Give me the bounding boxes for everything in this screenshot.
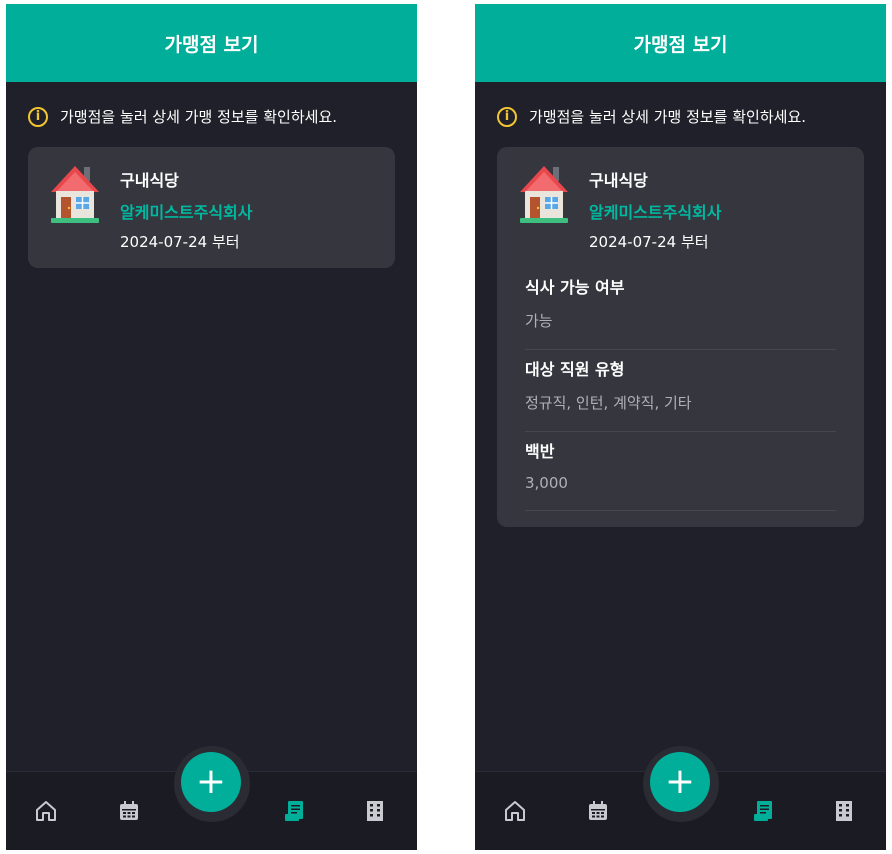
building-icon[interactable] bbox=[831, 798, 857, 824]
app-header: 가맹점 보기 bbox=[6, 4, 417, 82]
detail-value: 3,000 bbox=[525, 474, 568, 492]
info-text: 가맹점을 눌러 상세 가맹 정보를 확인하세요. bbox=[60, 108, 338, 126]
store-list-screen: 가맹점 보기 i 가맹점을 눌러 상세 가맹 정보를 확인하세요. 구내식당 알… bbox=[6, 4, 417, 850]
detail-label: 백반 bbox=[525, 442, 555, 461]
store-details: 식사 가능 여부 가능 대상 직원 유형 정규직, 인턴, 계약직, 기타 백반… bbox=[517, 252, 844, 511]
home-icon[interactable] bbox=[502, 798, 528, 824]
info-banner: i 가맹점을 눌러 상세 가맹 정보를 확인하세요. bbox=[28, 106, 417, 127]
detail-value: 정규직, 인턴, 계약직, 기타 bbox=[525, 394, 692, 412]
store-name: 구내식당 bbox=[589, 171, 648, 190]
receipt-icon[interactable] bbox=[750, 798, 776, 824]
house-icon bbox=[520, 166, 568, 223]
info-icon: i bbox=[497, 106, 517, 127]
home-icon[interactable] bbox=[33, 798, 59, 824]
detail-item-employee-type: 대상 직원 유형 정규직, 인턴, 계약직, 기타 bbox=[525, 350, 836, 432]
calendar-icon[interactable] bbox=[116, 798, 142, 824]
detail-item-meal-availability: 식사 가능 여부 가능 bbox=[525, 268, 836, 350]
page-title: 가맹점 보기 bbox=[164, 33, 259, 56]
receipt-icon[interactable] bbox=[281, 798, 307, 824]
calendar-icon[interactable] bbox=[585, 798, 611, 824]
store-name: 구내식당 bbox=[120, 171, 179, 190]
store-card[interactable]: 구내식당 알케미스트주식회사 2024-07-24 부터 bbox=[28, 147, 395, 268]
add-button[interactable]: + bbox=[650, 752, 710, 812]
store-card-expanded[interactable]: 구내식당 알케미스트주식회사 2024-07-24 부터 식사 가능 여부 가능… bbox=[497, 147, 864, 527]
house-icon bbox=[51, 166, 99, 223]
detail-value: 가능 bbox=[525, 312, 553, 330]
info-icon: i bbox=[28, 106, 48, 127]
building-icon[interactable] bbox=[362, 798, 388, 824]
detail-item-menu-price: 백반 3,000 bbox=[525, 432, 836, 511]
store-date: 2024-07-24 부터 bbox=[120, 233, 240, 251]
store-company: 알케미스트주식회사 bbox=[589, 203, 722, 222]
store-company: 알케미스트주식회사 bbox=[120, 203, 253, 222]
add-button[interactable]: + bbox=[181, 752, 241, 812]
store-date: 2024-07-24 부터 bbox=[589, 233, 709, 251]
detail-label: 식사 가능 여부 bbox=[525, 278, 625, 297]
detail-label: 대상 직원 유형 bbox=[525, 360, 625, 379]
info-banner: i 가맹점을 눌러 상세 가맹 정보를 확인하세요. bbox=[497, 106, 886, 127]
store-detail-screen: 가맹점 보기 i 가맹점을 눌러 상세 가맹 정보를 확인하세요. 구내식당 알… bbox=[475, 4, 886, 850]
app-header: 가맹점 보기 bbox=[475, 4, 886, 82]
info-text: 가맹점을 눌러 상세 가맹 정보를 확인하세요. bbox=[529, 108, 807, 126]
page-title: 가맹점 보기 bbox=[633, 33, 728, 56]
